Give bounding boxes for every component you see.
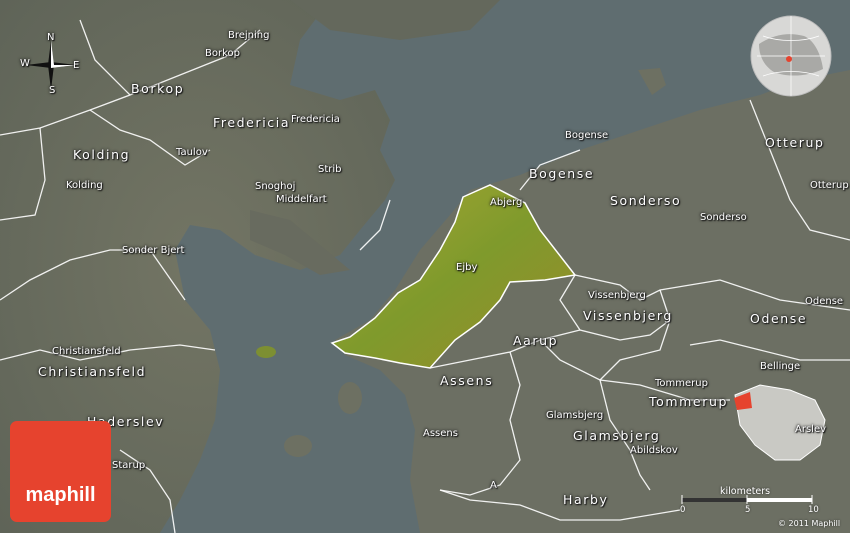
compass-east-label: E xyxy=(73,60,80,71)
place-label: Brejning xyxy=(228,30,270,41)
compass-west-label: W xyxy=(20,58,30,69)
compass-south-label: S xyxy=(49,85,56,96)
island xyxy=(338,382,362,414)
place-label: Sonderso xyxy=(700,212,747,223)
globe-locator-icon xyxy=(750,15,832,97)
place-label: Assens xyxy=(440,373,494,388)
place-label: Fredericia xyxy=(213,115,291,130)
place-label: Bellinge xyxy=(760,361,801,372)
place-label: Odense xyxy=(750,311,808,326)
place-label: Sonder Bjert xyxy=(122,245,185,256)
compass-north-label: N xyxy=(47,32,55,43)
place-label: Fredericia xyxy=(291,114,340,125)
place-label: Bogense xyxy=(565,130,609,141)
place-label: Tommerup xyxy=(655,378,708,389)
place-label: Christiansfeld xyxy=(52,346,121,357)
place-label: A xyxy=(490,480,497,491)
place-label: Otterup xyxy=(765,135,825,150)
place-label: Borkop xyxy=(205,48,240,59)
place-label: Assens xyxy=(423,428,458,439)
island xyxy=(256,346,276,358)
place-label: Abildskov xyxy=(630,445,678,456)
map-background[interactable] xyxy=(0,0,850,533)
inset-locator xyxy=(727,380,827,475)
maphill-logo[interactable]: maphill xyxy=(10,421,111,522)
place-label: Middelfart xyxy=(276,194,327,205)
place-label: Otterup xyxy=(810,180,849,191)
place-label: Vissenbjerg xyxy=(583,308,673,323)
place-label: Bogense xyxy=(529,166,595,181)
place-label: Vissenbjerg xyxy=(588,290,646,301)
place-label: Kolding xyxy=(73,147,131,162)
scale-tick: 5 xyxy=(745,505,751,515)
place-label: Glamsbjerg xyxy=(546,410,604,421)
place-label: Borkop xyxy=(131,81,185,96)
place-label: Aarup xyxy=(513,333,559,348)
scale-title: kilometers xyxy=(720,486,771,497)
place-label: Snoghoj xyxy=(255,181,296,192)
place-label: Sonderso xyxy=(610,193,682,208)
copyright-text: © 2011 Maphill xyxy=(778,519,841,528)
scale-tick: 0 xyxy=(680,505,686,515)
place-label: Starup xyxy=(112,460,146,471)
place-label: Harby xyxy=(563,492,609,507)
logo-text: maphill xyxy=(25,484,96,506)
place-label: Christiansfeld xyxy=(38,364,147,379)
place-label: Strib xyxy=(318,164,342,175)
place-label: Odense xyxy=(805,296,844,307)
place-label: Tommerup xyxy=(649,394,728,409)
island xyxy=(284,435,312,457)
place-label: Abjerg xyxy=(490,197,523,208)
place-label: Kolding xyxy=(66,180,103,191)
scale-tick: 10 xyxy=(808,505,819,515)
place-label: Ejby xyxy=(456,262,478,273)
place-label: Glamsbjerg xyxy=(573,428,661,443)
place-label: Taulov xyxy=(176,147,208,158)
